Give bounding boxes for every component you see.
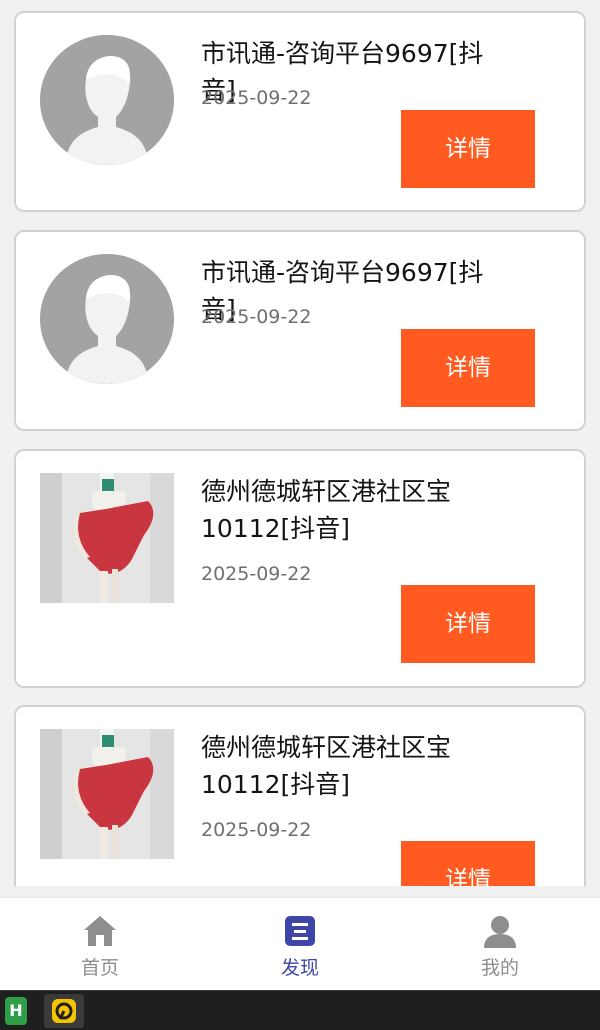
item-date: 2025-09-22 (201, 306, 312, 328)
list-item[interactable]: 德州德城轩区港社区宝10112[抖音] 2025-09-22 详情 (14, 705, 586, 886)
item-date: 2025-09-22 (201, 819, 312, 841)
tab-discover[interactable]: 发现 (200, 898, 400, 991)
item-photo (40, 729, 174, 859)
tab-label: 发现 (280, 957, 319, 979)
list-item[interactable]: 市讯通-咨询平台9697[抖音] 2025-09-22 详情 (14, 11, 586, 212)
home-icon (82, 913, 118, 949)
item-title: 德州德城轩区港社区宝10112[抖音] (201, 733, 452, 799)
item-date: 2025-09-22 (201, 87, 312, 109)
details-button[interactable]: 详情 (401, 585, 535, 663)
tab-label: 首页 (80, 957, 119, 979)
tab-profile[interactable]: 我的 (400, 898, 600, 991)
default-avatar-icon (40, 254, 174, 384)
discover-icon (282, 913, 318, 949)
details-button[interactable]: 详情 (401, 329, 535, 407)
item-photo (40, 473, 174, 603)
default-avatar-icon (40, 35, 174, 165)
list-item[interactable]: 市讯通-咨询平台9697[抖音] 2025-09-22 详情 (14, 230, 586, 431)
tab-home[interactable]: 首页 (0, 898, 200, 991)
article-list[interactable]: 市讯通-咨询平台9697[抖音] 2025-09-22 详情 市讯通-咨询平台9… (0, 0, 600, 886)
list-item[interactable]: 德州德城轩区港社区宝10112[抖音] 2025-09-22 详情 (14, 449, 586, 688)
tab-label: 我的 (480, 957, 519, 979)
user-icon (482, 913, 518, 949)
hbuilder-icon[interactable]: H (5, 997, 27, 1025)
app-screen: 市讯通-咨询平台9697[抖音] 2025-09-22 详情 市讯通-咨询平台9… (0, 0, 600, 1030)
bottom-tab-bar: 首页 发现 我的 (0, 897, 600, 990)
details-button[interactable]: 详情 (401, 110, 535, 188)
os-taskbar: H (0, 990, 600, 1030)
item-title: 德州德城轩区港社区宝10112[抖音] (201, 477, 452, 543)
details-button[interactable]: 详情 (401, 841, 535, 886)
item-date: 2025-09-22 (201, 563, 312, 585)
app-icon[interactable] (44, 994, 84, 1028)
